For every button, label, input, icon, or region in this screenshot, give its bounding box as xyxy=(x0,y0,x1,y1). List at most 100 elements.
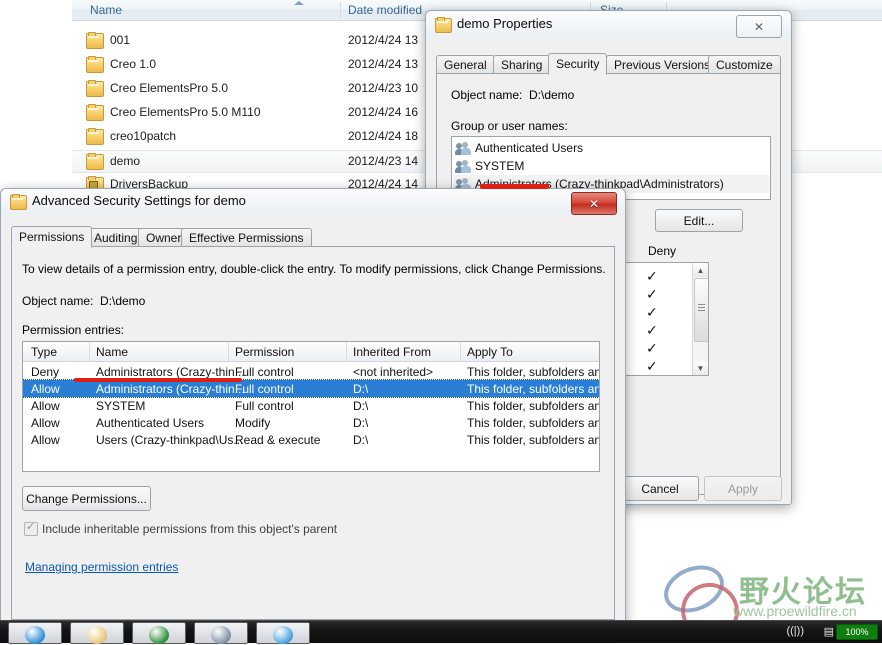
file-date: 2012/4/24 16 xyxy=(348,105,419,119)
change-permissions-button[interactable]: Change Permissions... xyxy=(22,486,151,511)
tab-permissions[interactable]: Permissions xyxy=(11,226,93,248)
file-name: creo10patch xyxy=(110,129,177,143)
file-name: Creo ElementsPro 5.0 M110 xyxy=(110,105,261,119)
scroll-up-arrow-icon[interactable]: ▲ xyxy=(693,263,708,277)
users-group-icon xyxy=(455,142,471,155)
file-explorer-icon xyxy=(87,626,107,644)
advanced-title: Advanced Security Settings for demo xyxy=(32,193,246,208)
table-row[interactable]: Allow Administrators (Crazy-thin... Full c… xyxy=(23,379,599,398)
properties-tabstrip[interactable]: General Sharing Security Previous Versio… xyxy=(436,53,781,75)
cancel-button[interactable]: Cancel xyxy=(621,476,699,501)
cell-inherited: <not inherited> xyxy=(353,365,434,379)
cell-inherited: D:\ xyxy=(353,433,369,447)
scrollbar-thumb[interactable] xyxy=(694,278,708,342)
internet-explorer-icon xyxy=(25,626,45,644)
edit-button[interactable]: Edit... xyxy=(655,209,743,232)
keyboard-icon[interactable]: ▤ xyxy=(824,625,834,638)
cell-name: Administrators (Crazy-thin... xyxy=(96,365,245,379)
th-type[interactable]: Type xyxy=(31,345,57,359)
cell-apply: This folder, subfolders and... xyxy=(467,382,599,396)
folder-icon xyxy=(86,153,104,170)
sort-ascending-icon xyxy=(294,1,304,5)
column-header-name[interactable]: Name xyxy=(90,3,122,17)
cell-inherited: D:\ xyxy=(353,416,369,430)
deny-checkmark-icon[interactable]: ✓ xyxy=(646,305,658,319)
advanced-close-button[interactable]: ✕ xyxy=(571,192,617,215)
taskbar-button-media-player[interactable] xyxy=(132,622,186,644)
cell-type: Allow xyxy=(31,382,60,396)
group-user-row[interactable]: SYSTEM xyxy=(453,157,769,175)
deny-checkmark-icon[interactable]: ✓ xyxy=(646,341,658,355)
table-row[interactable]: Allow SYSTEM Full control D:\ This folder, s… xyxy=(23,397,599,414)
folder-icon xyxy=(10,194,27,210)
cell-apply: This folder, subfolders and... xyxy=(467,365,599,379)
cell-permission: Full control xyxy=(235,365,294,379)
tab-security[interactable]: Security xyxy=(548,53,608,75)
group-user-row[interactable]: Authenticated Users xyxy=(453,139,769,157)
cell-apply: This folder, subfolders and... xyxy=(467,433,599,447)
deny-checkmark-icon[interactable]: ✓ xyxy=(646,359,658,373)
advanced-title-bar[interactable]: Advanced Security Settings for demo ✕ xyxy=(1,189,625,215)
include-inheritable-checkbox[interactable] xyxy=(24,520,38,536)
permission-table-header[interactable]: Type Name Permission Inherited From Appl… xyxy=(23,342,599,362)
cell-name: Users (Crazy-thinkpad\Us... xyxy=(96,433,244,447)
taskbar-button-colorful-app[interactable] xyxy=(256,622,310,644)
taskbar-button-compass-app[interactable] xyxy=(194,622,248,644)
column-header-date-modified[interactable]: Date modified xyxy=(348,3,422,17)
advanced-tabstrip[interactable]: Permissions Auditing Owner Effective Per… xyxy=(11,226,615,248)
advanced-object-name-value: D:\demo xyxy=(100,294,146,308)
th-apply-to[interactable]: Apply To xyxy=(467,345,513,359)
permission-entries-table[interactable]: Type Name Permission Inherited From Appl… xyxy=(22,341,600,472)
tab-auditing[interactable]: Auditing xyxy=(86,228,146,247)
battery-indicator[interactable]: 100% xyxy=(836,624,878,640)
users-group-icon xyxy=(455,160,471,173)
table-row[interactable]: Allow Users (Crazy-thinkpad\Us... Read & e… xyxy=(23,431,599,448)
file-name: Creo 1.0 xyxy=(110,57,157,71)
tab-sharing[interactable]: Sharing xyxy=(493,55,551,74)
table-row[interactable]: Allow Authenticated Users Modify D:\ This fo… xyxy=(23,414,599,431)
cell-permission: Full control xyxy=(235,382,294,396)
permissions-scrollbar[interactable]: ▲ ▼ xyxy=(692,263,708,375)
folder-icon xyxy=(86,56,104,73)
cell-permission: Read & execute xyxy=(235,433,321,447)
properties-close-button[interactable]: ✕ xyxy=(736,15,782,38)
folder-icon xyxy=(86,104,104,121)
properties-title-bar[interactable]: demo Properties ✕ xyxy=(426,11,791,39)
compass-app-icon xyxy=(211,626,231,644)
permission-entries-label: Permission entries: xyxy=(22,323,125,337)
network-icon[interactable]: ((|)) xyxy=(786,625,804,637)
scroll-down-arrow-icon[interactable]: ▼ xyxy=(693,361,708,375)
properties-title: demo Properties xyxy=(457,16,553,31)
deny-checkmark-icon[interactable]: ✓ xyxy=(646,269,658,283)
folder-icon xyxy=(86,32,104,49)
windows-taskbar[interactable]: ((|)) ▤ 100% xyxy=(0,620,882,644)
cell-permission: Modify xyxy=(235,416,271,430)
managing-permission-entries-link[interactable]: Managing permission entries xyxy=(25,560,178,574)
file-name: demo xyxy=(110,154,141,168)
tab-general[interactable]: General xyxy=(436,55,495,74)
advanced-object-name-label: Object name: xyxy=(22,294,94,308)
th-inherited-from[interactable]: Inherited From xyxy=(353,345,431,359)
deny-checkmark-icon[interactable]: ✓ xyxy=(646,323,658,337)
tab-effective-permissions[interactable]: Effective Permissions xyxy=(181,228,312,247)
cell-type: Deny xyxy=(31,365,60,379)
cell-type: Allow xyxy=(31,399,60,413)
file-date: 2012/4/24 18 xyxy=(348,129,419,143)
cell-type: Allow xyxy=(31,433,60,447)
th-name[interactable]: Name xyxy=(96,345,128,359)
taskbar-button-file-explorer[interactable] xyxy=(70,622,124,644)
th-permission[interactable]: Permission xyxy=(235,345,294,359)
file-date: 2012/4/24 13 xyxy=(348,33,419,47)
cell-name: Administrators (Crazy-thin... xyxy=(96,382,245,396)
column-divider[interactable] xyxy=(340,2,341,18)
folder-icon xyxy=(435,17,452,33)
red-annotation-mark xyxy=(74,378,242,382)
red-annotation-mark xyxy=(480,184,549,189)
deny-checkmark-icon[interactable]: ✓ xyxy=(646,287,658,301)
taskbar-button-internet-explorer[interactable] xyxy=(8,622,62,644)
advanced-security-settings-dialog: Advanced Security Settings for demo ✕ Pe… xyxy=(0,188,626,627)
tab-previous-versions[interactable]: Previous Versions xyxy=(606,55,719,74)
group-user-name: Authenticated Users xyxy=(475,141,584,155)
tab-customize[interactable]: Customize xyxy=(708,55,781,74)
apply-button[interactable]: Apply xyxy=(704,476,782,501)
